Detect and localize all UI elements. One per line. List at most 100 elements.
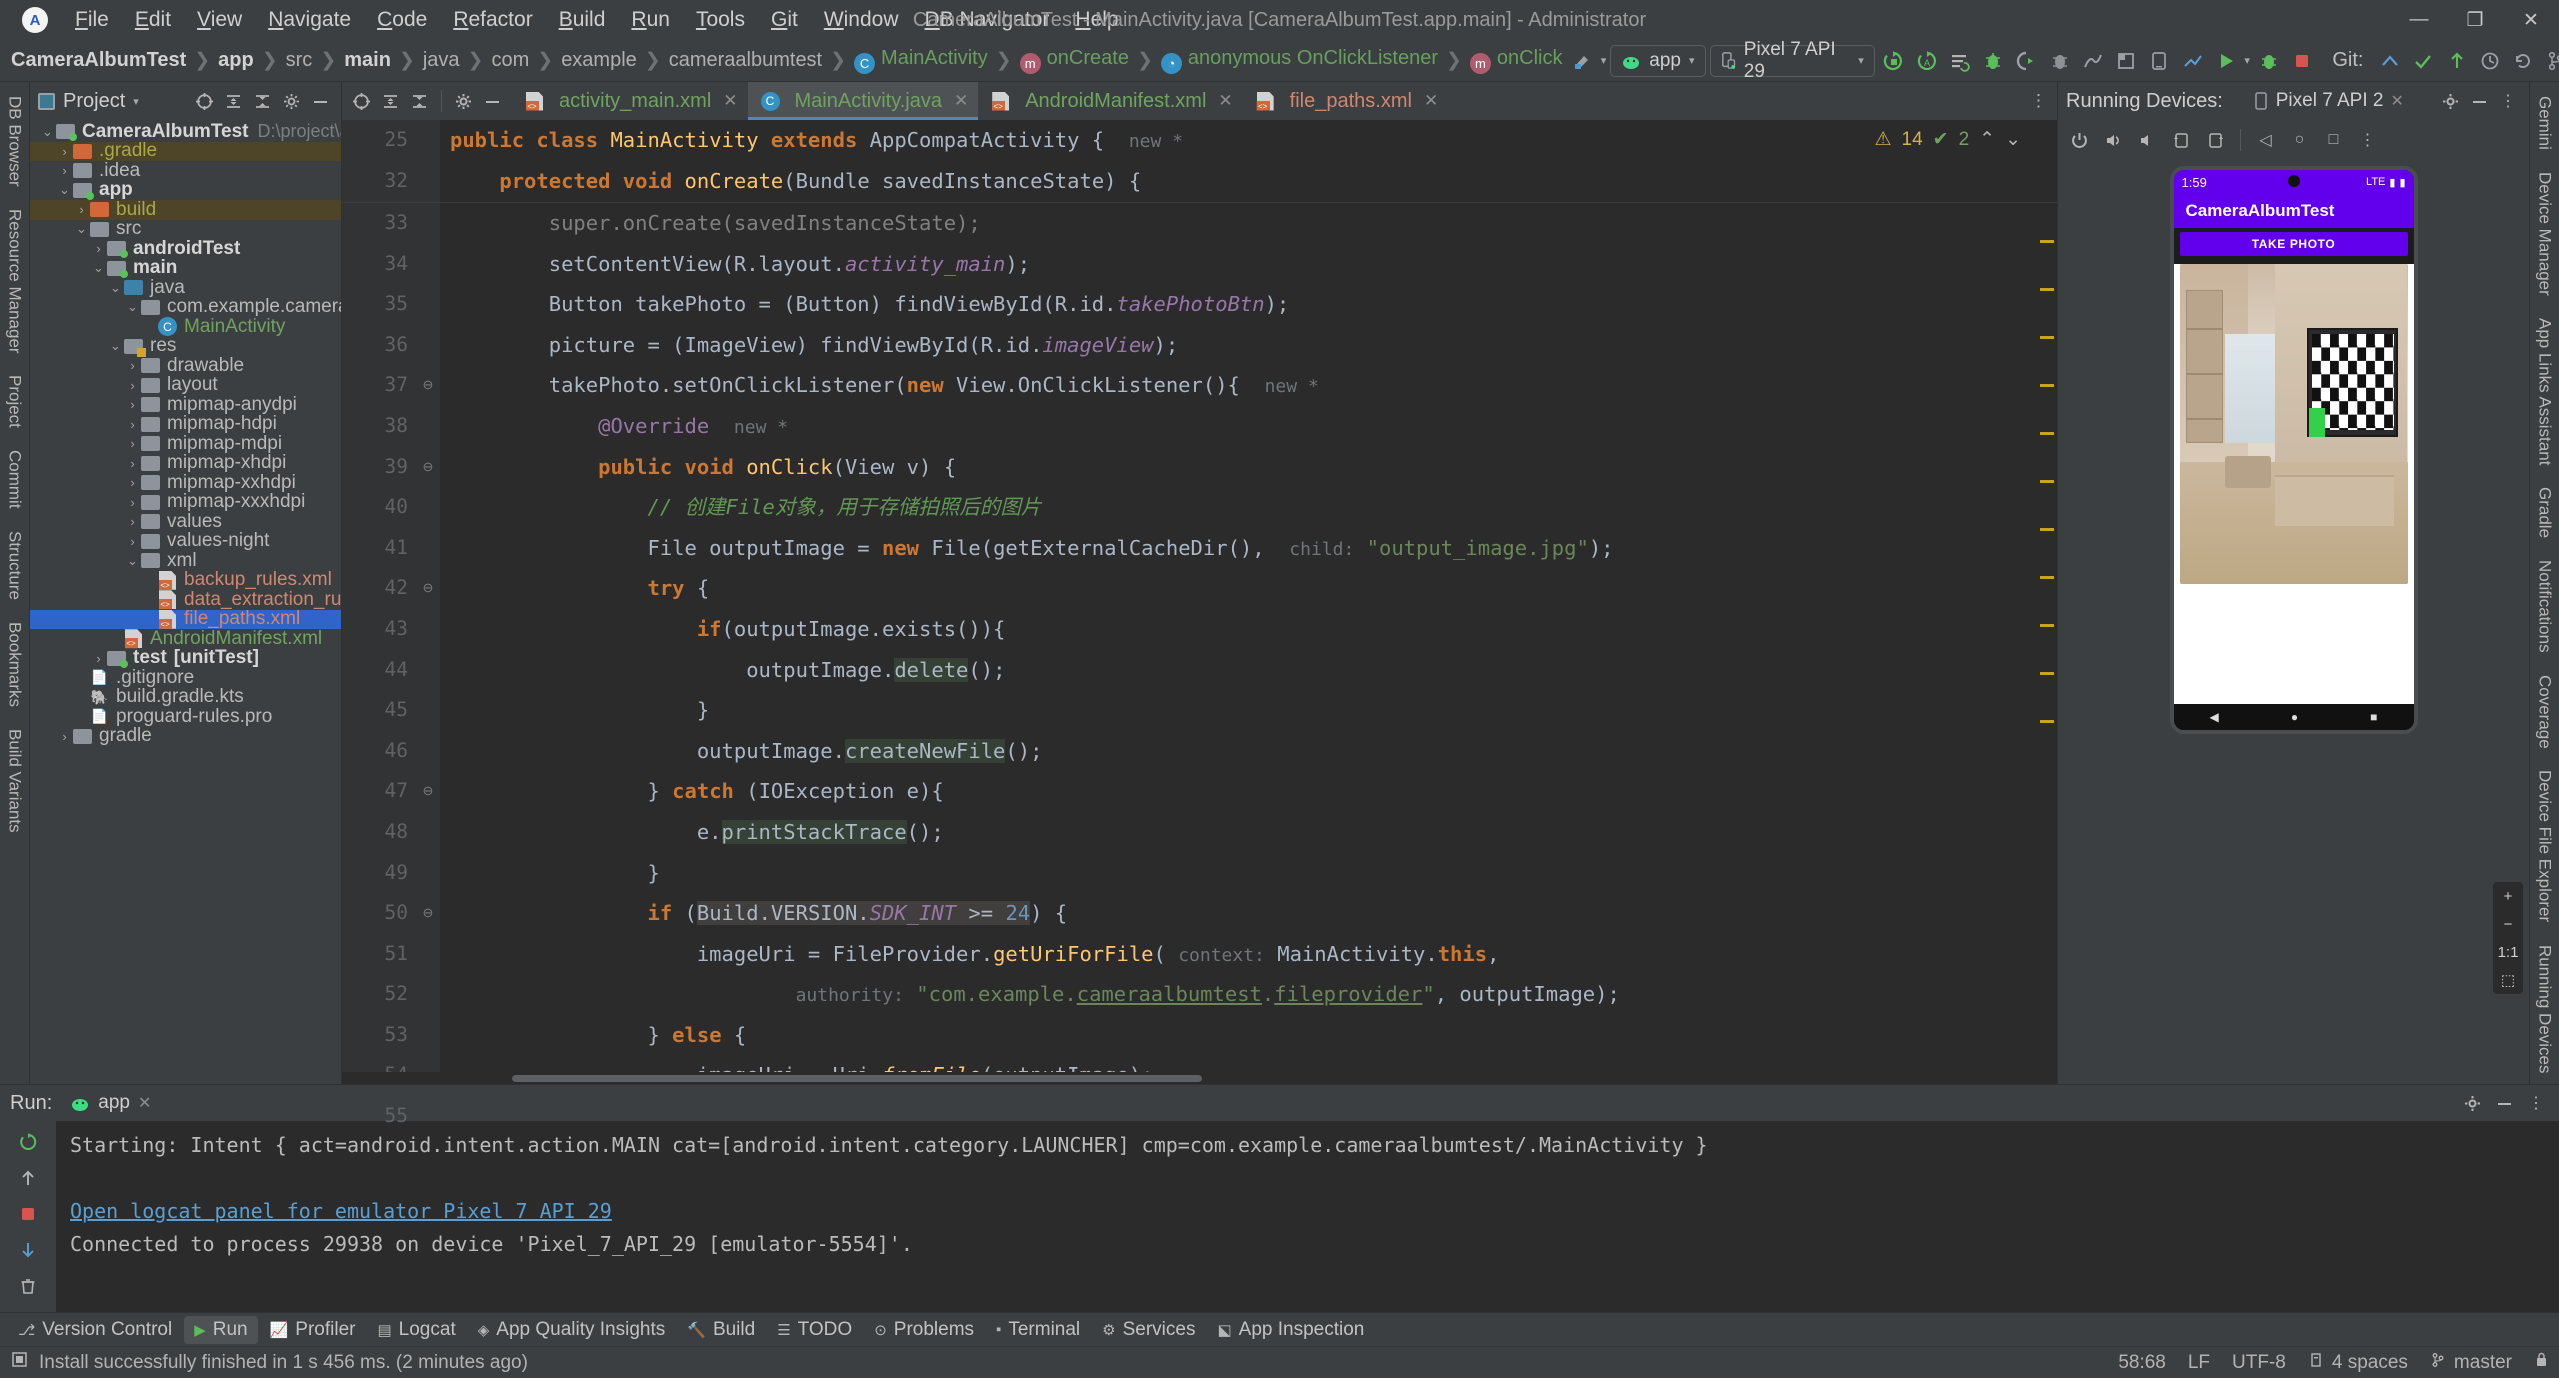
git-update-icon[interactable] <box>2376 45 2405 77</box>
run-settings-gear-icon[interactable] <box>2459 1090 2485 1116</box>
code-line[interactable]: if (Build.VERSION.SDK_INT >= 24) { <box>450 893 2035 934</box>
chevron-right-icon[interactable]: › <box>125 495 140 510</box>
tree-node[interactable]: ›📄.gitignore <box>30 667 341 688</box>
zoom-actual-button[interactable]: 1:1 <box>2493 938 2523 966</box>
close-icon[interactable]: ✕ <box>723 91 737 111</box>
editor-marker[interactable] <box>2040 720 2054 723</box>
chevron-right-icon[interactable]: › <box>57 729 72 744</box>
line-number[interactable]: 45 <box>342 690 416 731</box>
code-line[interactable]: try { <box>450 568 2035 609</box>
editor-tab-file-paths-xml[interactable]: file_paths.xml ✕ <box>1243 82 1449 120</box>
bug-green-icon[interactable] <box>2254 45 2283 77</box>
rail-item-bookmarks[interactable]: Bookmarks <box>5 612 25 717</box>
line-separator[interactable]: LF <box>2188 1352 2210 1374</box>
tree-node[interactable]: › androidTest <box>30 238 341 259</box>
device-settings-gear-icon[interactable] <box>2437 88 2463 114</box>
chevron-down-icon[interactable]: ⌄ <box>125 299 140 315</box>
menu-item-build[interactable]: Build <box>546 5 619 35</box>
tree-node[interactable]: ›file_paths.xml <box>30 608 341 629</box>
menu-item-help[interactable]: Help <box>1062 5 1131 35</box>
editor-marker-bar[interactable] <box>2035 120 2057 1072</box>
bottom-tool-terminal[interactable]: ▪ Terminal <box>986 1316 1090 1344</box>
editor-marker[interactable] <box>2040 432 2054 435</box>
tree-node[interactable]: ⌄ java <box>30 277 341 298</box>
chevron-right-icon[interactable]: › <box>91 241 106 256</box>
chevron-right-icon[interactable]: › <box>74 709 89 724</box>
line-number[interactable]: 40 <box>342 487 416 528</box>
tree-node[interactable]: ›data_extraction_rules.xml <box>30 589 341 610</box>
rail-item-device-file-explorer[interactable]: Device File Explorer <box>2535 760 2555 932</box>
editor-tabs-overflow-icon[interactable]: ⋮ <box>2020 91 2057 111</box>
editor-tab-activity-main-xml[interactable]: activity_main.xml ✕ <box>512 82 748 120</box>
line-number[interactable]: 49 <box>342 853 416 894</box>
chevron-down-icon[interactable]: ⌄ <box>125 553 140 569</box>
code-line[interactable]: setContentView(R.layout.activity_main); <box>450 244 2035 285</box>
code-editor[interactable]: 25 public class MainActivity extends App… <box>342 120 2057 1127</box>
file-encoding[interactable]: UTF-8 <box>2232 1352 2286 1374</box>
chevron-right-icon[interactable]: › <box>125 456 140 471</box>
menu-item-window[interactable]: Window <box>811 5 912 35</box>
run-console-output[interactable]: Starting: Intent { act=android.intent.ac… <box>56 1121 2559 1312</box>
chevron-right-icon[interactable]: › <box>74 670 89 685</box>
bottom-tool-version-control[interactable]: ⎇ Version Control <box>8 1316 182 1344</box>
code-line[interactable]: imageUri = Uri.fromFile(outputImage); <box>450 1055 2035 1072</box>
breadcrumb-item-java[interactable]: java <box>418 47 465 74</box>
tree-node[interactable]: ⌄com.example.cameraalbumtest <box>30 296 341 317</box>
breadcrumb-item-example[interactable]: example <box>556 47 642 74</box>
chevron-right-icon[interactable]: › <box>125 514 140 529</box>
expand-all-icon[interactable] <box>377 88 404 115</box>
fold-marker[interactable]: ⊖ <box>416 771 440 812</box>
rail-item-app-links-assistant[interactable]: App Links Assistant <box>2535 308 2555 475</box>
chevron-right-icon[interactable]: › <box>57 163 72 178</box>
chevron-down-icon[interactable]: ⌄ <box>108 280 123 296</box>
debug-attach-process-icon[interactable] <box>2045 45 2074 77</box>
zoom-fit-button[interactable]: ⬚ <box>2493 966 2523 994</box>
breadcrumb-item-onclick[interactable]: m onClick <box>1465 45 1568 76</box>
code-line[interactable]: authority: "com.example.cameraalbumtest.… <box>450 974 2035 1015</box>
code-line[interactable]: imageUri = FileProvider.getUriForFile( c… <box>450 934 2035 975</box>
bottom-tool-problems[interactable]: ⊙ Problems <box>864 1316 984 1344</box>
project-settings-gear-icon[interactable] <box>278 88 304 114</box>
tree-node[interactable]: › mipmap-anydpi <box>30 394 341 415</box>
stop-icon[interactable] <box>2287 45 2316 77</box>
tree-node[interactable]: ›AndroidManifest.xml <box>30 628 341 649</box>
phone-navigation-bar[interactable]: ◀ ● ■ <box>2173 704 2414 730</box>
bottom-tool-todo[interactable]: ☰ TODO <box>767 1316 862 1344</box>
rail-item-gradle[interactable]: Gradle <box>2535 477 2555 548</box>
line-number[interactable]: 37 <box>342 365 416 406</box>
chevron-right-icon[interactable]: › <box>142 573 157 588</box>
back-icon[interactable]: ◁ <box>2250 125 2281 156</box>
nav-recents-icon[interactable]: ■ <box>2370 710 2377 724</box>
tree-node[interactable]: › mipmap-xhdpi <box>30 452 341 473</box>
line-number[interactable]: 44 <box>342 650 416 691</box>
breadcrumb-item-main[interactable]: main <box>339 47 396 74</box>
menu-item-file[interactable]: File <box>62 5 122 35</box>
line-number[interactable]: 39◉↑ <box>342 447 434 488</box>
target-icon[interactable] <box>348 88 375 115</box>
line-number[interactable]: 36 <box>342 325 416 366</box>
home-icon[interactable]: ○ <box>2284 125 2315 156</box>
bottom-tool-run[interactable]: ▶ Run <box>184 1315 258 1344</box>
rail-item-running-devices[interactable]: Running Devices <box>2535 935 2555 1084</box>
tree-node[interactable]: ›📄proguard-rules.pro <box>30 706 341 727</box>
editor-settings-gear-icon[interactable] <box>450 88 477 115</box>
chevron-right-icon[interactable]: › <box>142 612 157 627</box>
chevron-down-icon[interactable]: ⌄ <box>74 221 89 237</box>
chevron-down-icon[interactable]: ⌄ <box>40 124 55 140</box>
chevron-right-icon[interactable]: › <box>125 397 140 412</box>
tree-node[interactable]: ⌄ xml <box>30 550 341 571</box>
device-selector[interactable]: Pixel 7 API 29 ▾ <box>1709 39 1875 82</box>
fold-marker[interactable]: ⊖ <box>416 568 440 609</box>
collapse-all-icon[interactable] <box>406 88 433 115</box>
git-history-icon[interactable] <box>2475 45 2504 77</box>
breadcrumb-item-com[interactable]: com <box>486 47 534 74</box>
line-number[interactable]: 38 <box>342 406 416 447</box>
branch-group[interactable]: master <box>2430 1352 2512 1374</box>
editor-marker[interactable] <box>2040 336 2054 339</box>
nav-back-icon[interactable]: ◀ <box>2210 710 2219 724</box>
close-icon[interactable]: ✕ <box>2390 91 2403 111</box>
device-panel-more-icon[interactable]: ⋮ <box>2495 88 2521 114</box>
line-number[interactable]: 35 <box>342 284 416 325</box>
breadcrumb-item-cameraalbumtest[interactable]: cameraalbumtest <box>664 47 827 74</box>
git-push-icon[interactable] <box>2442 45 2471 77</box>
